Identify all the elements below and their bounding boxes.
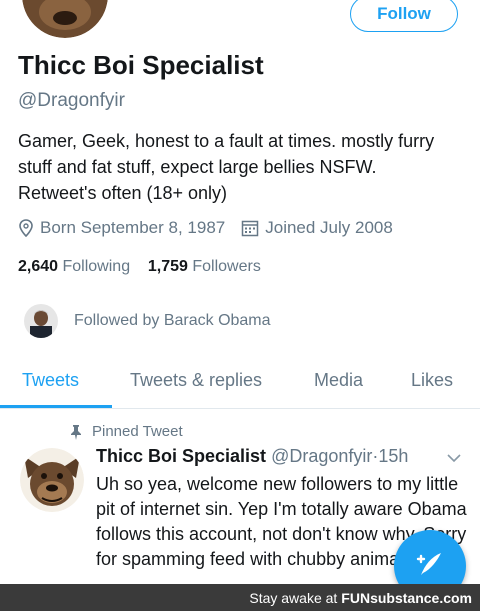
profile-tabs: Tweets Tweets & replies Media Likes — [0, 360, 480, 409]
followed-by[interactable]: Followed by Barack Obama — [24, 304, 271, 338]
watermark-footer: Stay awake at FUNsubstance.com — [0, 584, 480, 611]
follower-avatar — [24, 304, 58, 338]
active-tab-indicator — [0, 405, 112, 408]
profile-handle: @Dragonfyir — [18, 90, 125, 111]
tab-tweets-replies[interactable]: Tweets & replies — [130, 370, 262, 391]
profile-avatar[interactable] — [18, 0, 112, 42]
tweet-author-handle[interactable]: @Dragonfyir — [271, 446, 372, 466]
pin-icon — [70, 424, 82, 440]
tab-media[interactable]: Media — [314, 370, 363, 391]
tab-likes[interactable]: Likes — [411, 370, 453, 391]
follow-button[interactable]: Follow — [350, 0, 458, 32]
profile-name: Thicc Boi Specialist — [18, 50, 264, 80]
tweet-time[interactable]: 15h — [378, 446, 408, 466]
footer-brand: FUNsubstance.com — [341, 589, 472, 606]
profile-bio: Gamer, Geek, honest to a fault at times.… — [18, 131, 435, 203]
tweet-header: Thicc Boi Specialist @Dragonfyir·15h — [96, 446, 408, 467]
tweet-author-name[interactable]: Thicc Boi Specialist — [96, 446, 266, 466]
calendar-icon — [241, 219, 259, 237]
born-date: Born September 8, 1987 — [40, 218, 226, 237]
profile-meta: Born September 8, 1987 Joined July 2008 — [18, 218, 393, 238]
pinned-label: Pinned Tweet — [70, 423, 183, 440]
joined-date: Joined July 2008 — [265, 218, 393, 237]
tweet-author-avatar[interactable] — [20, 448, 84, 512]
followers-link[interactable]: 1,759 Followers — [148, 258, 261, 275]
chevron-down-icon[interactable] — [447, 450, 461, 468]
footer-text: Stay awake at — [249, 589, 338, 606]
follow-stats: 2,640 Following 1,759 Followers — [18, 258, 261, 276]
compose-icon — [415, 549, 445, 584]
tab-tweets[interactable]: Tweets — [22, 370, 79, 391]
pinned-text: Pinned Tweet — [92, 423, 183, 440]
location-icon — [18, 219, 34, 237]
followed-by-text: Followed by Barack Obama — [74, 312, 271, 329]
following-link[interactable]: 2,640 Following — [18, 258, 130, 275]
